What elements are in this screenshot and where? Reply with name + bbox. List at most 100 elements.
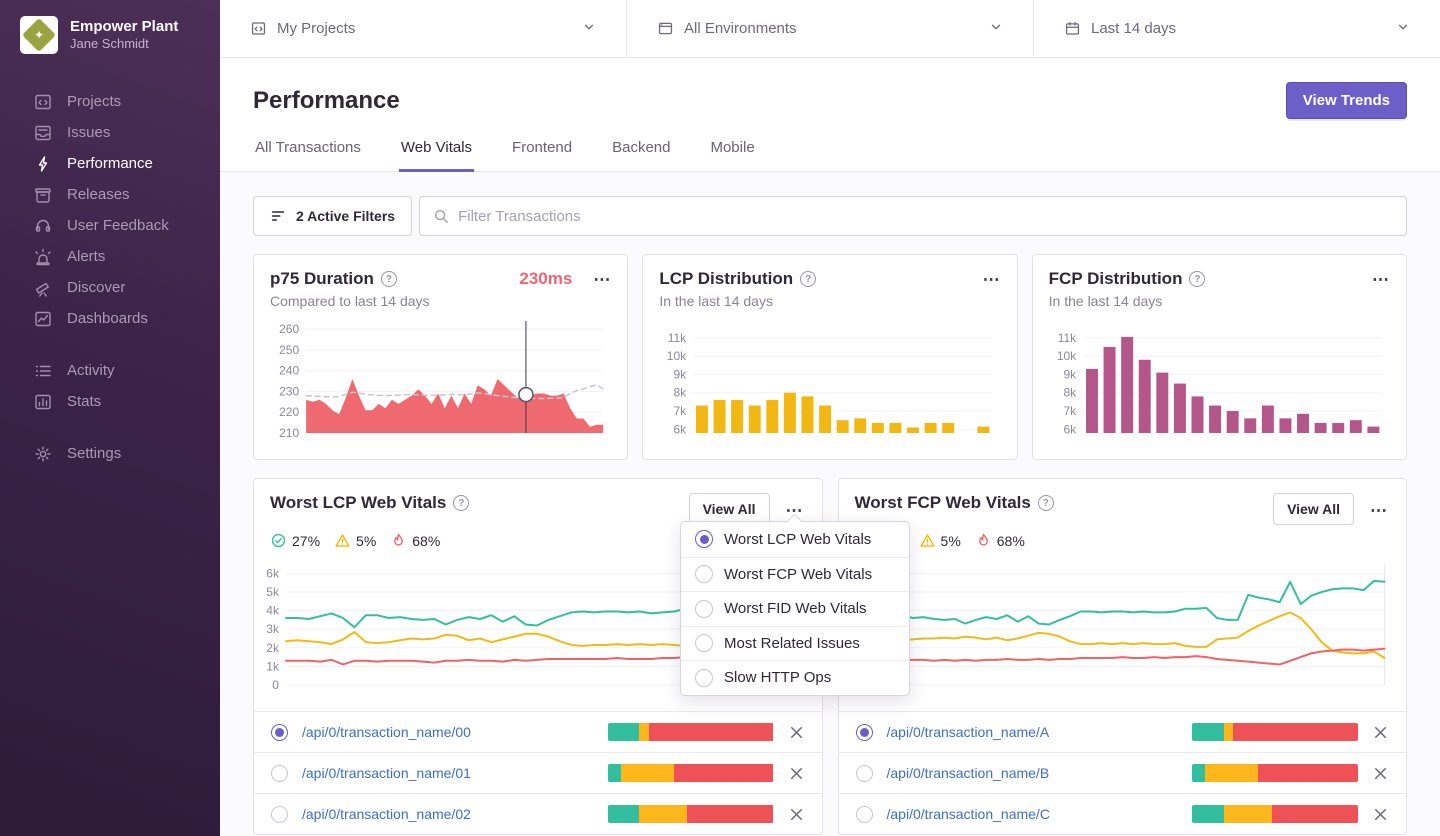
sidebar-item-issues[interactable]: Issues [0,117,220,148]
context-menu-icon[interactable]: ⋯ [983,271,1001,288]
sidebar-item-dashboards[interactable]: Dashboards [0,303,220,334]
svg-text:11k: 11k [668,331,687,345]
telescope-icon [33,278,53,298]
transaction-link[interactable]: /api/0/transaction_name/A [887,724,1050,740]
transaction-link[interactable]: /api/0/transaction_name/B [887,765,1050,781]
tab-mobile[interactable]: Mobile [708,133,756,172]
projects-icon [33,92,53,112]
sidebar-item-performance[interactable]: Performance [0,148,220,179]
sidebar-item-projects[interactable]: Projects [0,86,220,117]
vitals-breakdown-bar [1192,805,1358,823]
vitals-breakdown-bar [608,764,774,782]
search-input[interactable] [458,208,1393,225]
tab-frontend[interactable]: Frontend [510,133,574,172]
date-range-selector[interactable]: Last 14 days [1033,0,1440,57]
sidebar-item-label: Projects [67,93,121,110]
radio-unselected[interactable] [856,806,873,823]
svg-text:11k: 11k [1057,331,1076,345]
menu-item-slow-http-ops[interactable]: Slow HTTP Ops [681,660,909,695]
sidebar-item-discover[interactable]: Discover [0,272,220,303]
context-menu-icon[interactable]: ⋯ [1372,271,1390,288]
radio-unselected[interactable] [271,765,288,782]
filter-icon [270,208,286,224]
radio-selected[interactable] [271,724,288,741]
svg-text:210: 210 [279,426,299,440]
global-filter-bar: My Projects All Environments Last 14 day… [220,0,1440,58]
date-range-label: Last 14 days [1091,20,1176,37]
environment-selector[interactable]: All Environments [626,0,1033,57]
help-icon[interactable]: ? [453,495,469,511]
help-icon[interactable]: ? [381,271,397,287]
sidebar-item-alerts[interactable]: Alerts [0,241,220,272]
view-trends-button[interactable]: View Trends [1286,82,1407,119]
sidebar-item-settings[interactable]: Settings [0,438,220,469]
radio-unselected [695,634,713,652]
project-selector[interactable]: My Projects [220,0,626,57]
poor-stat: 68% [975,532,1025,549]
poor-stat-value: 68% [412,533,440,549]
svg-text:4k: 4k [266,604,279,618]
active-filters-button[interactable]: 2 Active Filters [253,196,412,236]
sidebar: ✦ Empower Plant Jane Schmidt Projects Is… [0,0,220,836]
menu-item-worst-fcp[interactable]: Worst FCP Web Vitals [681,557,909,592]
svg-text:2k: 2k [266,641,279,655]
org-switcher[interactable]: ✦ Empower Plant Jane Schmidt [0,0,220,54]
transaction-row: /api/0/transaction_name/A [839,711,1407,752]
close-icon[interactable] [788,765,805,782]
org-logo: ✦ [20,16,58,54]
chevron-down-icon [582,20,596,38]
close-icon[interactable] [1372,806,1389,823]
tab-backend[interactable]: Backend [610,133,672,172]
sidebar-item-user-feedback[interactable]: User Feedback [0,210,220,241]
radio-selected[interactable] [856,724,873,741]
close-icon[interactable] [788,724,805,741]
svg-text:0: 0 [272,678,279,692]
card-title: Worst FCP Web Vitals [855,493,1031,513]
close-icon[interactable] [1372,724,1389,741]
svg-text:8k: 8k [674,386,688,400]
p75-value: 230ms [519,269,572,289]
tab-all-transactions[interactable]: All Transactions [253,133,363,172]
org-user: Jane Schmidt [70,36,178,52]
org-name: Empower Plant [70,18,178,37]
transaction-link[interactable]: /api/0/transaction_name/00 [302,724,471,740]
sidebar-item-stats[interactable]: Stats [0,386,220,417]
menu-item-worst-fid[interactable]: Worst FID Web Vitals [681,591,909,626]
svg-text:3k: 3k [266,622,279,636]
transaction-row: /api/0/transaction_name/01 [254,752,822,793]
help-icon[interactable]: ? [800,271,816,287]
context-menu-icon[interactable]: ⋯ [593,271,611,288]
close-icon[interactable] [1372,765,1389,782]
transaction-row: /api/0/transaction_name/B [839,752,1407,793]
radio-unselected[interactable] [271,806,288,823]
menu-item-label: Worst FID Web Vitals [724,600,867,617]
siren-icon [33,247,53,267]
sidebar-item-label: Performance [67,155,153,172]
transaction-link[interactable]: /api/0/transaction_name/C [887,806,1050,822]
help-icon[interactable]: ? [1189,271,1205,287]
sidebar-item-releases[interactable]: Releases [0,179,220,210]
card-subtitle: Compared to last 14 days [270,293,611,309]
transaction-link[interactable]: /api/0/transaction_name/02 [302,806,471,822]
help-icon[interactable]: ? [1038,495,1054,511]
radio-unselected[interactable] [856,765,873,782]
lightning-icon [33,154,53,174]
transaction-link[interactable]: /api/0/transaction_name/01 [302,765,471,781]
vitals-type-menu: Worst LCP Web Vitals Worst FCP Web Vital… [680,521,910,696]
menu-item-worst-lcp[interactable]: Worst LCP Web Vitals [681,522,909,557]
svg-text:10k: 10k [667,349,687,363]
close-icon[interactable] [788,806,805,823]
menu-item-most-related-issues[interactable]: Most Related Issues [681,626,909,661]
check-circle-icon [270,532,287,549]
transaction-row: /api/0/transaction_name/00 [254,711,822,752]
context-menu-icon[interactable]: ⋯ [1370,502,1388,519]
good-stat: 27% [270,532,320,549]
view-all-button[interactable]: View All [1273,493,1354,525]
list-icon [33,361,53,381]
sidebar-item-label: Activity [67,362,115,379]
radio-unselected [695,565,713,583]
meh-stat: 5% [334,532,376,549]
tab-web-vitals[interactable]: Web Vitals [399,133,474,172]
sidebar-item-activity[interactable]: Activity [0,355,220,386]
org-diamond-icon: ✦ [22,18,56,52]
